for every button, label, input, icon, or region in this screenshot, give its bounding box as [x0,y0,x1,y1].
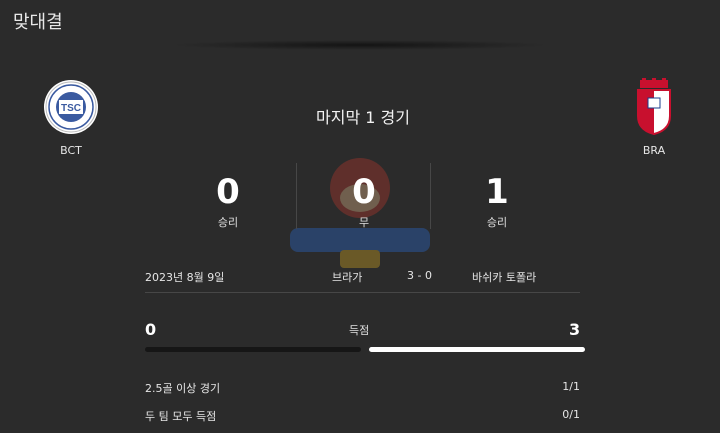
match-score: 3 - 0 [407,269,432,282]
stat-label: 2.5골 이상 경기 [145,382,221,395]
stat-row: 두 팀 모두 득점 0/1 [145,408,580,424]
header: 맞대결 [0,0,720,44]
away-wins-count: 1 [485,172,509,212]
home-wins-label: 승리 [217,216,239,229]
home-team-abbr: BCT [60,144,82,157]
away-wins: 1 승리 [427,172,567,230]
header-shadow [170,40,550,50]
stat-row: 2.5골 이상 경기 1/1 [145,380,580,396]
away-team-abbr: BRA [642,144,666,157]
match-date: 2023년 8월 9일 [145,271,225,284]
page-title: 맞대결 [13,12,63,33]
match-away-team: 바쉬카 토폴라 [472,271,537,284]
stat-value: 1/1 [562,380,580,393]
home-wins: 0 승리 [158,172,298,230]
home-wins-count: 0 [216,172,240,212]
draws-label: 무 [358,216,370,229]
last-games-title: 마지막 1 경기 [316,108,410,127]
away-wins-label: 승리 [486,216,508,229]
stat-value: 0/1 [562,408,580,421]
match-row[interactable]: 2023년 8월 9일 브라가 3 - 0 바쉬카 토폴라 [145,262,580,293]
draws-count: 0 [352,172,376,212]
away-goals-bar-fill [369,347,585,352]
draws: 0 무 [294,172,434,230]
home-goals-bar [145,347,361,352]
stat-label: 두 팀 모두 득점 [145,410,217,423]
goals-label: 득점 [349,324,370,337]
match-home-team: 브라가 [332,271,363,284]
home-goals: 0 [145,320,157,339]
away-goals: 3 [569,320,581,339]
away-goals-bar [369,347,585,352]
